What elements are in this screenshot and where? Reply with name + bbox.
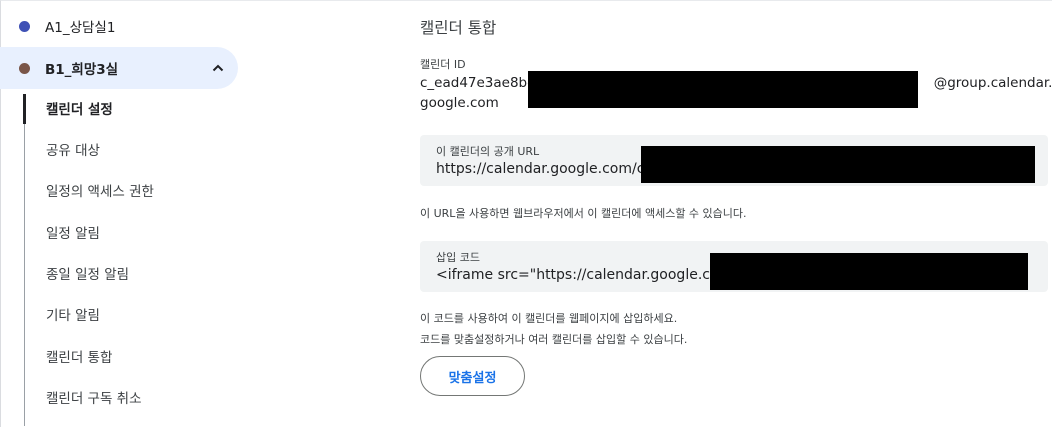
sidebar-item-other-notifications[interactable]: 기타 알림 <box>46 306 100 326</box>
sidebar-calendar-a1[interactable]: A1_상담실1 <box>8 6 242 46</box>
embed-help-text: 이 코드를 사용하여 이 캘린더를 웹페이지에 삽입하세요. <box>420 312 678 325</box>
sidebar-item-calendar-settings[interactable]: 캘린더 설정 <box>46 100 113 120</box>
section-title: 캘린더 통합 <box>420 19 497 37</box>
sidebar-item-allday-notifications[interactable]: 종일 일정 알림 <box>46 265 129 285</box>
calendar-color-dot <box>19 20 30 32</box>
active-indicator <box>23 94 26 124</box>
sidebar-item-integrate-calendar[interactable]: 캘린더 통합 <box>46 348 112 368</box>
calendar-name: B1_희망3실 <box>45 62 119 78</box>
public-url-help: 이 URL을 사용하면 웹브라우저에서 이 캘린더에 액세스할 수 있습니다. <box>420 207 747 220</box>
calendar-id-prefix: c_ead47e3ae8bd <box>420 75 536 91</box>
chevron-up-icon[interactable] <box>210 60 226 76</box>
embed-help-text-2: 코드를 맞춤설정하거나 여러 캘린더를 삽입할 수 있습니다. <box>420 333 688 346</box>
calendar-color-dot <box>19 62 30 74</box>
tree-line <box>24 96 25 426</box>
sidebar-item-event-access[interactable]: 일정의 액세스 권한 <box>46 182 154 202</box>
sidebar-item-event-notifications[interactable]: 일정 알림 <box>46 224 100 244</box>
settings-sidebar: A1_상담실1 B1_희망3실 캘린더 설정 공유 대상 일정의 액세스 권한 … <box>0 0 250 427</box>
redaction-block <box>710 253 1028 290</box>
redaction-block <box>641 146 1035 183</box>
public-url-label: 이 캘린더의 공개 URL <box>436 145 540 158</box>
redaction-block <box>528 71 918 108</box>
sidebar-item-unsubscribe[interactable]: 캘린더 구독 취소 <box>46 389 142 409</box>
sidebar-calendar-b1[interactable]: B1_희망3실 <box>0 47 238 89</box>
customize-button[interactable]: 맞춤설정 <box>420 356 525 396</box>
calendar-id-label: 캘린더 ID <box>420 58 466 71</box>
sidebar-item-share-with[interactable]: 공유 대상 <box>46 141 100 161</box>
integrate-calendar-section: 캘린더 통합 캘린더 ID c_ead47e3ae8bd @group.calen… <box>418 0 1052 427</box>
calendar-id-suffix: @group.calendar. <box>933 75 1052 91</box>
embed-code-label: 삽입 코드 <box>436 251 480 264</box>
calendar-name: A1_상담실1 <box>45 20 116 36</box>
